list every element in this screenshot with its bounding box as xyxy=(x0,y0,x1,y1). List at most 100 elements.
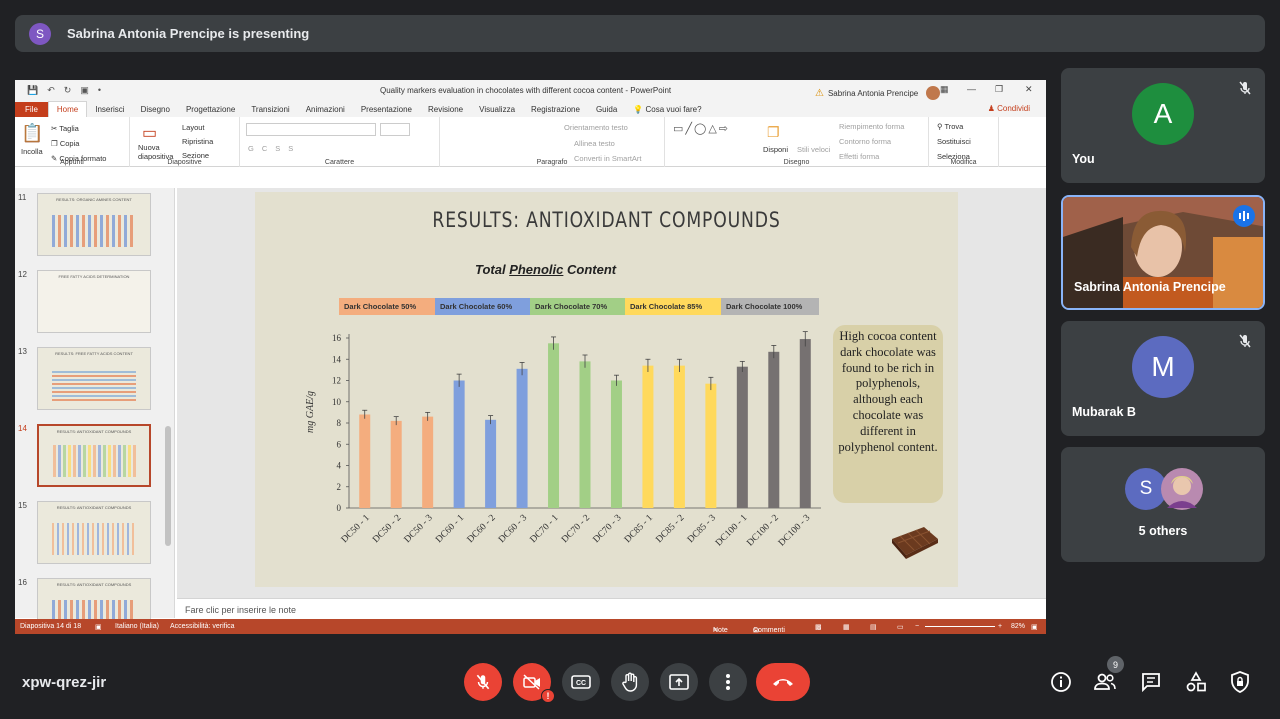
replace-button[interactable]: Sostituisci xyxy=(937,137,971,146)
ribbon-display-icon[interactable]: ▦ xyxy=(940,84,949,95)
y-tick-label: 0 xyxy=(337,503,342,513)
slide-canvas[interactable]: RESULTS: ANTIOXIDANT COMPOUNDS Total Phe… xyxy=(255,192,958,587)
thumbnail-scrollbar[interactable] xyxy=(163,188,173,618)
font-name-box[interactable] xyxy=(246,123,376,136)
participant-tile-you[interactable]: A You xyxy=(1061,68,1265,183)
thumbnail-number: 16 xyxy=(18,578,27,587)
paste-button[interactable]: Incolla xyxy=(21,147,43,156)
raise-hand-button[interactable] xyxy=(611,663,649,701)
camera-toggle-button[interactable]: ! xyxy=(513,663,555,703)
y-tick-label: 16 xyxy=(332,333,342,343)
paste-icon[interactable]: 📋 xyxy=(21,123,43,144)
present-icon[interactable]: ▣ xyxy=(80,85,89,96)
meeting-details-button[interactable] xyxy=(1049,670,1073,694)
font-format-buttons[interactable]: GCSS xyxy=(248,144,301,153)
save-icon[interactable]: 💾 xyxy=(27,85,38,96)
tab-animations[interactable]: Animazioni xyxy=(298,105,353,117)
accessibility-status[interactable]: Accessibilità: verifica xyxy=(170,623,235,630)
slideshow-icon[interactable]: ▭ xyxy=(897,623,904,631)
leave-call-button[interactable] xyxy=(756,663,810,701)
group-font: GCSS Carattere xyxy=(240,117,440,167)
shapes-gallery[interactable]: ▭╱◯△⇨ xyxy=(673,122,730,135)
participant-tile-others[interactable]: S 5 others xyxy=(1061,447,1265,562)
thumbnail-slide[interactable]: 15 RESULTS: ANTIOXIDANT COMPOUNDS xyxy=(15,501,175,571)
chocolate-icon xyxy=(892,527,938,559)
minimize-icon[interactable]: — xyxy=(967,84,976,94)
scrollbar-thumb[interactable] xyxy=(165,426,171,546)
customize-icon[interactable]: • xyxy=(98,85,101,96)
zoom-out-icon[interactable]: − xyxy=(915,623,919,630)
reset-button[interactable]: Ripristina xyxy=(182,137,213,146)
fit-slide-icon[interactable]: ▣ xyxy=(1031,623,1038,631)
copy-button[interactable]: ❐ Copia xyxy=(51,139,79,148)
mic-toggle-button[interactable] xyxy=(464,663,502,701)
tell-me-box[interactable]: 💡 Cosa vuoi fare? xyxy=(625,105,709,117)
tab-insert[interactable]: Inserisci xyxy=(87,105,132,117)
font-size-box[interactable] xyxy=(380,123,410,136)
account-area[interactable]: ⚠ Sabrina Antonia Prencipe xyxy=(815,86,941,100)
chat-button[interactable] xyxy=(1139,670,1163,694)
new-slide-icon[interactable]: ▭ xyxy=(142,123,157,143)
thumbnail-title: RESULTS: ANTIOXIDANT COMPOUNDS xyxy=(56,505,132,510)
svg-text:CC: CC xyxy=(576,680,586,687)
people-button[interactable] xyxy=(1093,670,1117,694)
thumbnail-title: RESULTS: ORGANIC AMINES CONTENT xyxy=(56,197,132,202)
tab-draw[interactable]: Disegno xyxy=(133,105,178,117)
x-tick-label: DC50 - 2 xyxy=(371,513,403,545)
share-button[interactable]: ♟ Condividi xyxy=(988,104,1030,113)
spellcheck-icon[interactable]: ▣ xyxy=(95,623,102,631)
chat-icon xyxy=(1142,673,1160,693)
shape-outline-button[interactable]: Contorno forma xyxy=(839,137,891,146)
callout-box: High cocoa content dark chocolate was fo… xyxy=(833,325,943,503)
shape-fill-button[interactable]: Riempimento forma xyxy=(839,122,904,131)
tab-design[interactable]: Progettazione xyxy=(178,105,243,117)
close-icon[interactable]: ✕ xyxy=(1025,84,1033,95)
thumbnail-slide[interactable]: 12 FREE FATTY ACIDS DETERMINATION xyxy=(15,270,175,340)
tab-help[interactable]: Guida xyxy=(588,105,625,117)
x-tick-label: DC85 - 2 xyxy=(654,513,686,545)
tab-home[interactable]: Home xyxy=(47,101,88,117)
captions-button[interactable]: CC xyxy=(562,663,600,701)
slide-sorter-icon[interactable]: ▦ xyxy=(843,623,850,631)
undo-icon[interactable]: ↶ xyxy=(47,85,55,96)
zoom-level[interactable]: 82% xyxy=(1011,623,1025,630)
x-tick-label: DC100 - 1 xyxy=(714,513,750,549)
thumbnail-slide[interactable]: 11 RESULTS: ORGANIC AMINES CONTENT xyxy=(15,193,175,263)
align-text-button[interactable]: Allinea testo xyxy=(574,139,615,148)
thumbnail-slide[interactable]: 13 RESULTS: FREE FATTY ACIDS CONTENT xyxy=(15,347,175,417)
quick-styles-button[interactable]: Stili veloci xyxy=(797,145,830,154)
tab-view[interactable]: Visualizza xyxy=(471,105,523,117)
tab-recording[interactable]: Registrazione xyxy=(523,105,588,117)
zoom-in-icon[interactable]: + xyxy=(998,623,1002,630)
present-now-button[interactable] xyxy=(660,663,698,701)
text-direction-button[interactable]: Orientamento testo xyxy=(564,123,628,132)
thumbnail-chart xyxy=(53,445,137,477)
notes-pane[interactable]: Fare clic per inserire le note xyxy=(177,598,1046,619)
activities-button[interactable] xyxy=(1184,670,1208,694)
maximize-icon[interactable]: ❐ xyxy=(995,84,1003,95)
normal-view-icon[interactable]: ▩ xyxy=(815,623,822,631)
x-tick-label: DC85 - 1 xyxy=(623,513,655,545)
zoom-slider[interactable] xyxy=(925,626,995,627)
layout-button[interactable]: Layout xyxy=(182,123,205,132)
participant-tile-mubarak[interactable]: M Mubarak B xyxy=(1061,321,1265,436)
thumbnail-slide-active[interactable]: 14 RESULTS: ANTIOXIDANT COMPOUNDS xyxy=(15,424,175,494)
chart-bar xyxy=(579,361,591,508)
host-controls-button[interactable] xyxy=(1228,670,1252,694)
camera-off-icon xyxy=(523,674,540,690)
find-button[interactable]: ⚲ Trova xyxy=(937,122,963,131)
x-tick-label: DC60 - 2 xyxy=(466,513,498,545)
tab-slideshow[interactable]: Presentazione xyxy=(353,105,420,117)
participant-tile-presenter[interactable]: Sabrina Antonia Prencipe xyxy=(1061,195,1265,310)
arrange-icon[interactable]: ❐ xyxy=(767,124,780,141)
redo-icon[interactable]: ↻ xyxy=(64,85,72,96)
info-icon xyxy=(1051,672,1071,692)
tab-transitions[interactable]: Transizioni xyxy=(243,105,297,117)
more-options-button[interactable] xyxy=(709,663,747,701)
language-status[interactable]: Italiano (Italia) xyxy=(115,623,159,630)
arrange-button[interactable]: Disponi xyxy=(763,145,788,154)
tab-review[interactable]: Revisione xyxy=(420,105,471,117)
tab-file[interactable]: File xyxy=(15,102,48,117)
cut-button[interactable]: ✂ Taglia xyxy=(51,124,79,133)
reading-view-icon[interactable]: ▤ xyxy=(870,623,877,631)
